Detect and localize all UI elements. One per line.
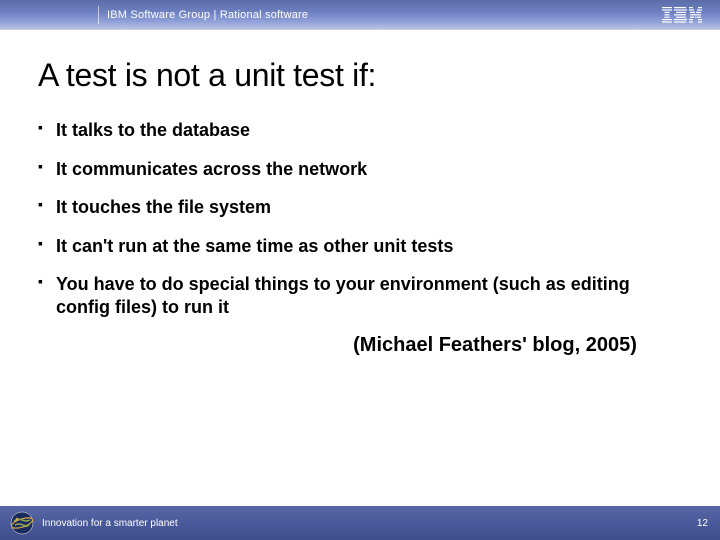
header-text: IBM Software Group | Rational software [107, 9, 308, 21]
page-number: 12 [697, 518, 708, 529]
footer-bar: Innovation for a smarter planet 12 [0, 506, 720, 540]
header-bar: IBM Software Group | Rational software [0, 0, 720, 30]
globe-icon [10, 511, 34, 535]
header-divider [98, 6, 99, 24]
bullet-item: It communicates across the network [38, 158, 682, 181]
bullet-item: It can't run at the same time as other u… [38, 235, 682, 258]
content-area: A test is not a unit test if: It talks t… [0, 30, 720, 540]
bullet-item: It talks to the database [38, 119, 682, 142]
header-left: IBM Software Group | Rational software [0, 0, 308, 29]
ibm-logo-icon [662, 7, 702, 23]
slide-title: A test is not a unit test if: [38, 58, 682, 93]
bullet-list: It talks to the database It communicates… [38, 119, 682, 318]
footer-tagline: Innovation for a smarter planet [42, 518, 178, 529]
attribution-text: (Michael Feathers' blog, 2005) [38, 334, 682, 357]
footer-left: Innovation for a smarter planet [10, 511, 178, 535]
bullet-item: You have to do special things to your en… [38, 273, 682, 318]
bullet-item: It touches the file system [38, 196, 682, 219]
slide: IBM Software Group | Rational software [0, 0, 720, 540]
